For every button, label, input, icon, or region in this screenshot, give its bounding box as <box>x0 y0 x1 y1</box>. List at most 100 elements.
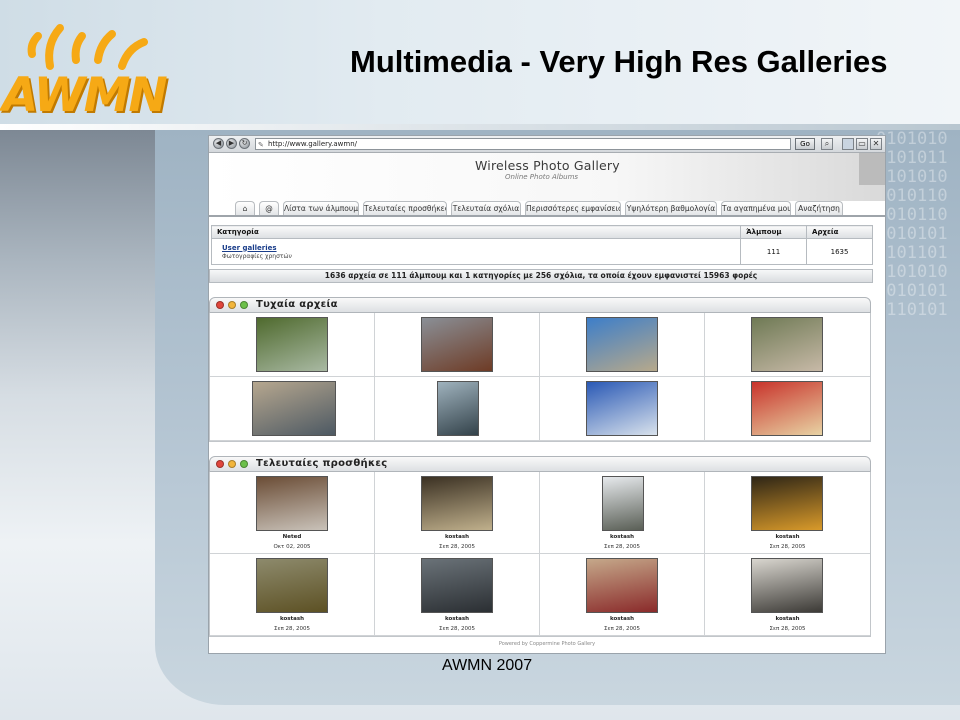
wifi-waves-icon <box>27 24 148 70</box>
tab-album-list[interactable]: Λίστα των άλμπουμ <box>283 201 359 215</box>
thumb-cell: kostash Σεπ 28, 2005 <box>540 554 705 636</box>
expand-dot-icon[interactable] <box>240 301 248 309</box>
people-photo-icon[interactable] <box>751 317 823 372</box>
pagoda-photo-icon[interactable] <box>751 476 823 531</box>
thumb-cell: kostash Σεπ 28, 2005 <box>540 472 705 554</box>
thumb-cell: kostash Σεπ 28, 2005 <box>705 554 870 636</box>
back-button[interactable]: ◀ <box>213 138 224 149</box>
file-count: 1635 <box>806 238 873 265</box>
tab-most-viewed[interactable]: Περισσότερες εμφανίσεις <box>525 201 621 215</box>
random-thumb-grid <box>209 313 871 442</box>
plate-photo-icon[interactable] <box>256 558 328 613</box>
fountain-photo-icon[interactable] <box>252 381 336 436</box>
mall-photo-icon[interactable] <box>421 476 493 531</box>
reload-button[interactable]: ↻ <box>239 138 250 149</box>
uploader-name: kostash <box>775 534 800 540</box>
block-title: Τελευταίες προσθήκες <box>256 458 388 469</box>
home-icon: ⌂ <box>242 204 248 213</box>
gallery-subtitle: Online Photo Albums <box>505 173 579 181</box>
cliff-photo-icon[interactable] <box>421 317 493 372</box>
thumb-cell <box>375 313 540 377</box>
tab-favorites[interactable]: Τα αγαπημένα μου <box>721 201 791 215</box>
building-photo-icon[interactable] <box>437 381 479 436</box>
go-button[interactable]: Go <box>795 138 815 150</box>
tab-latest-additions[interactable]: Τελευταίες προσθήκες <box>363 201 447 215</box>
expand-dot-icon[interactable] <box>240 460 248 468</box>
statue-photo-icon[interactable] <box>602 476 644 531</box>
browser-window: ◀ ▶ ↻ ✎ http://www.gallery.awmn/ Go ⌕ ▭ … <box>208 135 886 654</box>
tab-search[interactable]: Αναζήτηση <box>795 201 843 215</box>
logo-wordmark: AWMN <box>2 68 168 123</box>
minimize-icon[interactable]: ▭ <box>856 138 868 150</box>
upload-date: Σεπ 28, 2005 <box>769 544 806 550</box>
coast-photo-icon[interactable] <box>586 317 658 372</box>
cityscape-photo-icon[interactable] <box>421 558 493 613</box>
category-link[interactable]: User galleries <box>222 244 740 252</box>
thumb-cell: kostash Σεπ 28, 2005 <box>375 554 540 636</box>
upload-date: Σεπ 28, 2005 <box>274 626 310 632</box>
group-photo-icon[interactable] <box>586 558 658 613</box>
upload-date: Σεπ 28, 2005 <box>604 626 640 632</box>
uploader-name: kostash <box>444 616 470 622</box>
block-header: Τυχαία αρχεία <box>209 297 871 313</box>
album-count: 111 <box>740 238 808 265</box>
gallery-tabs: ⌂ @ Λίστα των άλμπουμ Τελευταίες προσθήκ… <box>209 201 885 217</box>
thumb-cell <box>210 377 375 441</box>
awmn-logo: AWMN <box>2 14 168 124</box>
gallery-stats: 1636 αρχεία σε 111 άλμπουμ και 1 κατηγορ… <box>209 269 873 283</box>
column-header: Κατηγορία <box>211 225 742 239</box>
upload-date: Σεπ 28, 2005 <box>439 544 475 550</box>
upload-date: Σεπ 28, 2005 <box>604 544 640 550</box>
binary-decoration: 0101010010101101010101010110101011010101… <box>876 130 948 320</box>
minimize-dot-icon[interactable] <box>228 460 236 468</box>
close-icon[interactable]: ✕ <box>870 138 882 150</box>
gallery-header: Wireless Photo Gallery Online Photo Albu… <box>209 153 885 201</box>
close-dot-icon[interactable] <box>216 460 224 468</box>
minimize-dot-icon[interactable] <box>228 301 236 309</box>
uploader-name: kostash <box>775 616 800 622</box>
window-icon[interactable] <box>842 138 854 150</box>
header-graphic <box>859 153 885 185</box>
interior-photo-icon[interactable] <box>751 558 823 613</box>
thumb-cell <box>375 377 540 441</box>
tab-contact[interactable]: @ <box>259 201 279 215</box>
upload-date: Σεπ 28, 2005 <box>769 626 806 632</box>
column-header: Άλμπουμ <box>740 225 808 239</box>
cage-photo-icon[interactable] <box>256 476 328 531</box>
forward-button[interactable]: ▶ <box>226 138 237 149</box>
upload-date: Οκτ 02, 2005 <box>273 544 311 550</box>
random-files-block: Τυχαία αρχεία <box>209 297 871 442</box>
category-cell: User galleries Φωτογραφίες χρηστών <box>211 238 742 265</box>
upload-date: Σεπ 28, 2005 <box>439 626 475 632</box>
category-table-header: Κατηγορία Άλμπουμ Αρχεία <box>211 225 873 239</box>
block-title: Τυχαία αρχεία <box>256 299 338 310</box>
powered-by: Powered by Coppermine Photo Gallery <box>498 641 596 647</box>
food-photo-icon[interactable] <box>751 381 823 436</box>
uploader-name: kostash <box>609 534 635 540</box>
page-icon: ✎ <box>258 141 264 149</box>
tab-top-rated[interactable]: Υψηλότερη βαθμολογία <box>625 201 717 215</box>
slide-footer: AWMN 2007 <box>442 657 533 674</box>
category-description: Φωτογραφίες χρηστών <box>222 252 292 260</box>
column-header: Αρχεία <box>806 225 873 239</box>
browser-toolbar: ◀ ▶ ↻ ✎ http://www.gallery.awmn/ Go ⌕ ▭ … <box>209 136 885 153</box>
latest-additions-block: Τελευταίες προσθήκες Neted Οκτ 02, 2005 ko… <box>209 456 871 637</box>
thumb-cell <box>540 313 705 377</box>
close-dot-icon[interactable] <box>216 301 224 309</box>
thumb-cell <box>540 377 705 441</box>
thumb-cell <box>210 313 375 377</box>
uploader-name: kostash <box>444 534 470 540</box>
tab-latest-comments[interactable]: Τελευταία σχόλια <box>451 201 521 215</box>
thumb-cell: Neted Οκτ 02, 2005 <box>210 472 375 554</box>
thumb-cell: kostash Σεπ 28, 2005 <box>210 554 375 636</box>
bridge-photo-icon[interactable] <box>586 381 658 436</box>
thumb-cell <box>705 313 870 377</box>
search-icon[interactable]: ⌕ <box>821 138 833 150</box>
url-bar[interactable]: ✎ http://www.gallery.awmn/ <box>255 138 791 150</box>
table-row: User galleries Φωτογραφίες χρηστών 111 1… <box>211 238 873 265</box>
tab-home[interactable]: ⌂ <box>235 201 255 215</box>
park-photo-icon[interactable] <box>256 317 328 372</box>
url-text: http://www.gallery.awmn/ <box>268 140 358 148</box>
latest-thumb-grid: Neted Οκτ 02, 2005 kostash Σεπ 28, 2005 kost… <box>209 472 871 637</box>
uploader-name: kostash <box>609 616 635 622</box>
